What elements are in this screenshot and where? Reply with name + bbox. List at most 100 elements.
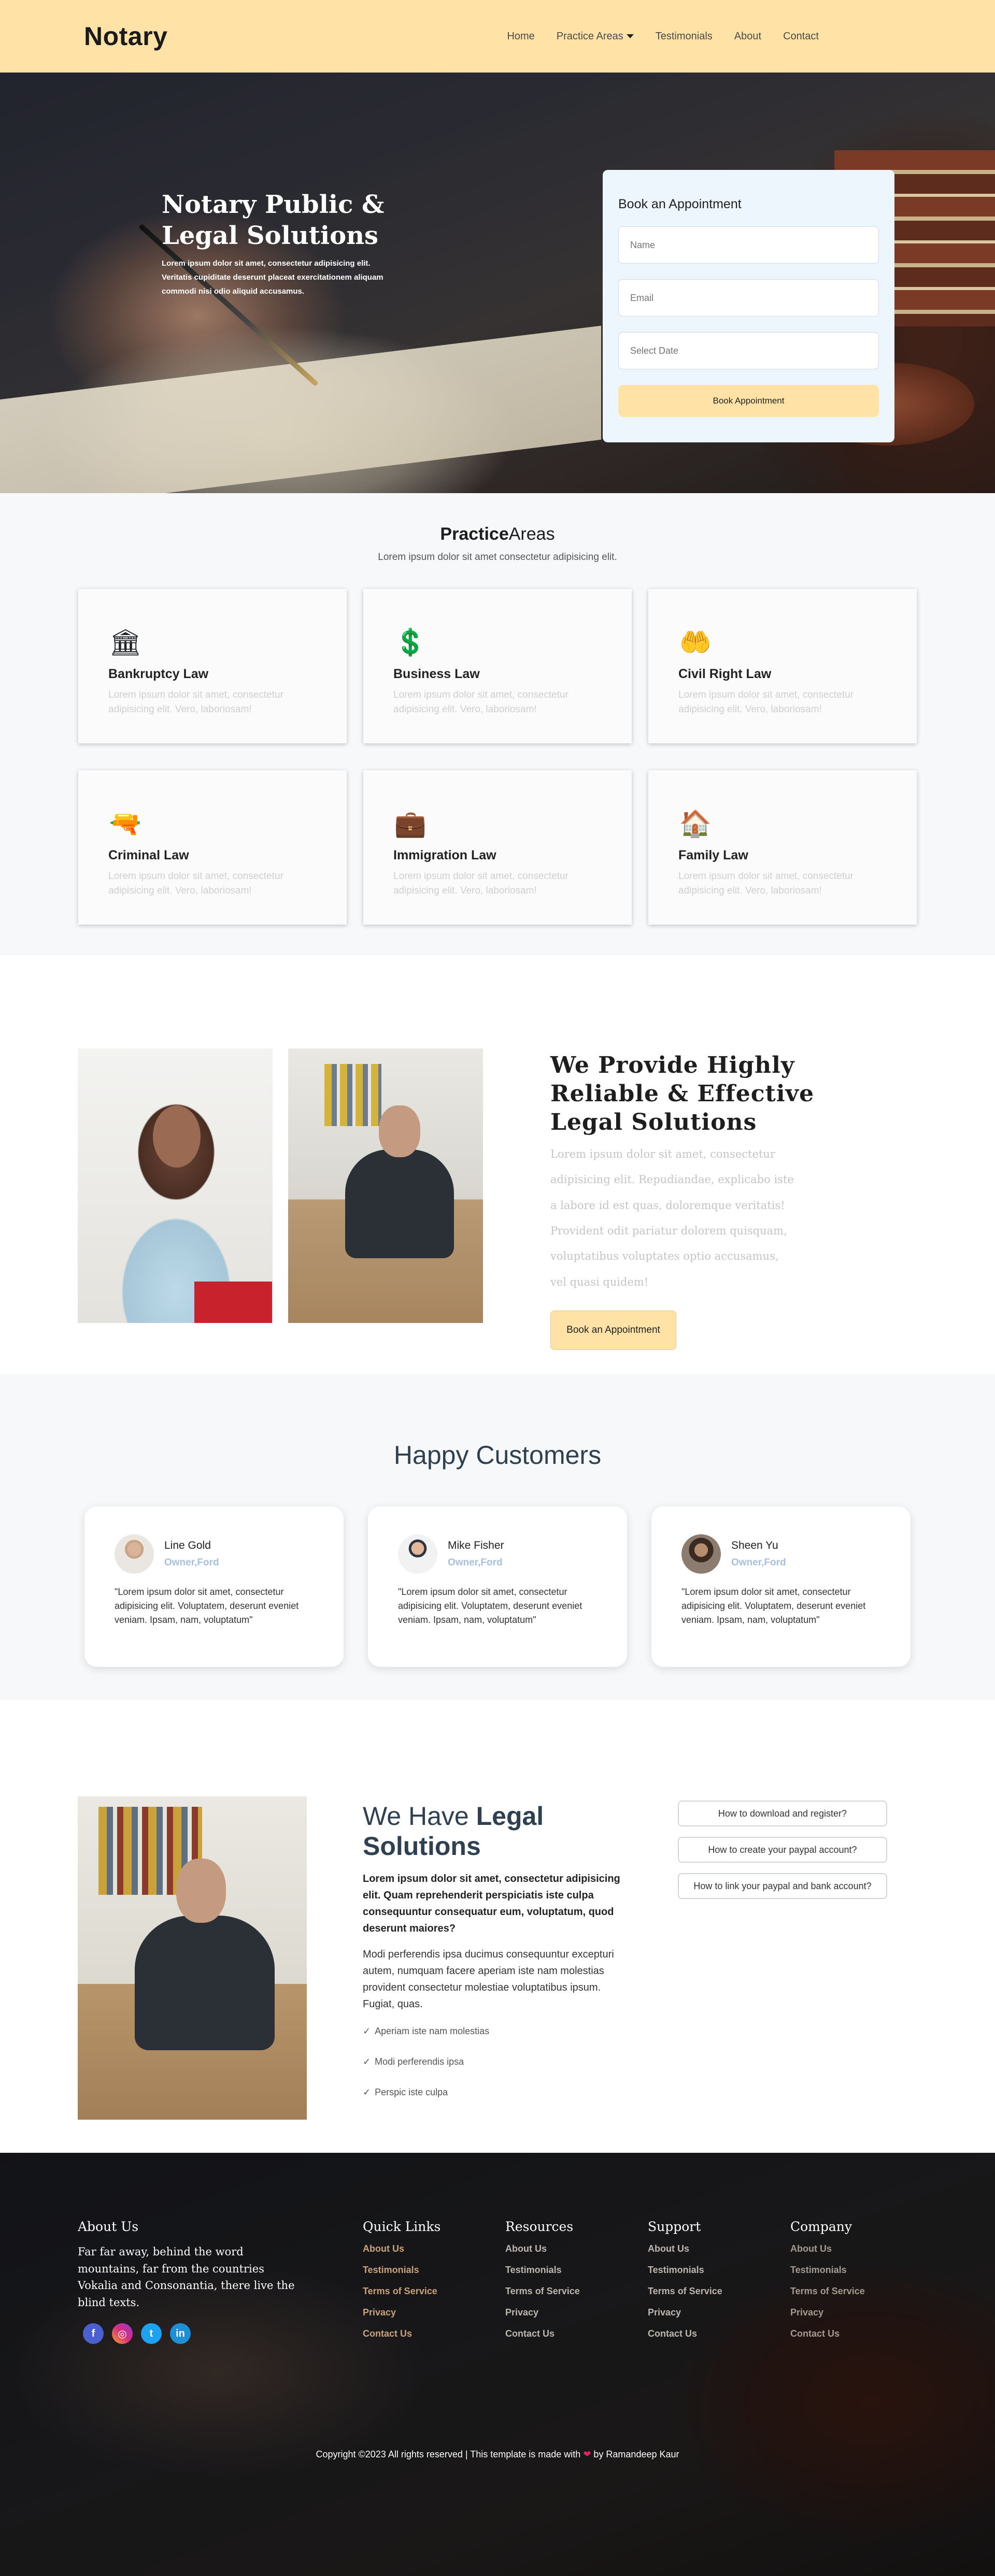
nav-practice-areas[interactable]: Practice Areas	[557, 31, 634, 42]
footer-link[interactable]: Contact Us	[505, 2328, 624, 2339]
appointment-form-title: Book an Appointment	[618, 197, 742, 211]
footer-link[interactable]: Terms of Service	[790, 2286, 909, 2297]
linkedin-icon[interactable]: in	[170, 2323, 191, 2344]
check-item: ✓ Perspic iste culpa	[363, 2087, 627, 2098]
practice-card-family[interactable]: 🏠 Family Law Lorem ipsum dolor sit amet,…	[648, 770, 917, 925]
copyright-text-start: Copyright ©2023 All rights reserved | Th…	[316, 2449, 584, 2459]
footer-link-list: About Us Testimonials Terms of Service P…	[505, 2243, 624, 2339]
man-suit	[345, 1149, 454, 1258]
practice-title-bold: Practice	[440, 524, 509, 544]
testimonial-role: Owner,Ford	[164, 1557, 219, 1568]
legal-solutions-section: We Have Legal Solutions Lorem ipsum dolo…	[0, 1700, 995, 2153]
practice-card-bankruptcy[interactable]: 🏛 Bankruptcy Law Lorem ipsum dolor sit a…	[78, 589, 347, 743]
practice-card-immigration[interactable]: 💼 Immigration Law Lorem ipsum dolor sit …	[363, 770, 632, 925]
check-item: ✓ Modi perferendis ipsa	[363, 2056, 627, 2067]
practice-card-civil-right[interactable]: 🤲 Civil Right Law Lorem ipsum dolor sit …	[648, 589, 917, 743]
bookshelf	[324, 1064, 381, 1126]
testimonial-role: Owner,Ford	[731, 1557, 786, 1568]
footer-link[interactable]: Contact Us	[363, 2328, 482, 2339]
footer-link[interactable]: Contact Us	[648, 2328, 767, 2339]
dollar-shield-icon: 💲	[394, 627, 427, 657]
site-header: Notary Home Practice Areas Testimonials …	[0, 0, 995, 73]
practice-card-business[interactable]: 💲 Business Law Lorem ipsum dolor sit ame…	[363, 589, 632, 743]
practice-areas-title: PracticeAreas	[0, 524, 995, 544]
avatar	[115, 1534, 154, 1574]
faq-link-paypal-bank[interactable]: How to link your paypal and bank account…	[678, 1873, 887, 1899]
suitcase-icon: 💼	[394, 809, 427, 838]
footer-link-list: About Us Testimonials Terms of Service P…	[790, 2243, 909, 2339]
faq-download-register[interactable]: How to download and register?	[678, 1801, 887, 1826]
footer-link[interactable]: Terms of Service	[363, 2286, 482, 2297]
testimonial-card: Line Gold Owner,Ford "Lorem ipsum dolor …	[84, 1506, 344, 1667]
house-heart-icon: 🏠	[679, 809, 712, 838]
testimonial-name: Sheen Yu	[731, 1539, 778, 1551]
footer-col-support: Support About Us Testimonials Terms of S…	[648, 2219, 767, 2350]
nav-home[interactable]: Home	[507, 31, 534, 42]
footer-about-text: Far far away, behind the word mountains,…	[78, 2246, 295, 2309]
legal-lead: Lorem ipsum dolor sit amet, consectetur …	[363, 1873, 620, 1934]
footer-link[interactable]: About Us	[363, 2243, 482, 2254]
nav-testimonials[interactable]: Testimonials	[656, 31, 713, 42]
copyright: Copyright ©2023 All rights reserved | Th…	[0, 2449, 995, 2460]
testimonial-name: Mike Fisher	[448, 1539, 504, 1551]
practice-card-criminal[interactable]: 🔫 Criminal Law Lorem ipsum dolor sit ame…	[78, 770, 347, 925]
woman-face	[153, 1105, 201, 1168]
practice-cards: 🏛 Bankruptcy Law Lorem ipsum dolor sit a…	[78, 589, 917, 925]
brand-logo[interactable]: Notary	[84, 21, 167, 51]
book-an-appointment-button[interactable]: Book an Appointment	[550, 1311, 676, 1350]
footer-link[interactable]: Privacy	[363, 2307, 482, 2318]
footer-link[interactable]: About Us	[790, 2243, 909, 2254]
footer-link[interactable]: Privacy	[505, 2307, 624, 2318]
check-icon: ✓	[363, 2026, 371, 2036]
footer-link[interactable]: Terms of Service	[648, 2286, 767, 2297]
book-appointment-button[interactable]: Book Appointment	[618, 385, 879, 417]
reliable-title: We Provide Highly Reliable & Effective L…	[550, 1052, 815, 1135]
footer-col-heading: Support	[648, 2219, 701, 2234]
testimonial-name: Line Gold	[164, 1539, 211, 1551]
email-input[interactable]	[618, 279, 879, 316]
card-title: Business Law	[393, 667, 480, 681]
reliable-solutions-section: We Provide Highly Reliable & Effective L…	[0, 955, 995, 1374]
card-text: Lorem ipsum dolor sit amet, consectetur …	[108, 871, 283, 896]
facebook-icon[interactable]: f	[83, 2323, 104, 2344]
footer-link[interactable]: Testimonials	[648, 2265, 767, 2276]
footer-link[interactable]: Testimonials	[790, 2265, 909, 2276]
footer-col-quick-links: Quick Links About Us Testimonials Terms …	[363, 2219, 482, 2350]
nav-about[interactable]: About	[734, 31, 761, 42]
footer-link[interactable]: Testimonials	[363, 2265, 482, 2276]
site-footer: About Us Far far away, behind the word m…	[0, 2153, 995, 2576]
testimonial-role: Owner,Ford	[448, 1557, 503, 1568]
footer-link[interactable]: About Us	[505, 2243, 624, 2254]
hero-subtitle: Lorem ipsum dolor sit amet, consectetur …	[162, 259, 383, 296]
footer-link[interactable]: Privacy	[790, 2307, 909, 2318]
footer-link[interactable]: About Us	[648, 2243, 767, 2254]
footer-col-heading: Quick Links	[363, 2219, 441, 2234]
footer-link[interactable]: Privacy	[648, 2307, 767, 2318]
lawyer-woman-photo	[78, 1048, 273, 1323]
card-text: Lorem ipsum dolor sit amet, consectetur …	[108, 689, 283, 715]
nav-contact[interactable]: Contact	[783, 31, 819, 42]
testimonial-quote: "Lorem ipsum dolor sit amet, consectetur…	[115, 1587, 299, 1625]
check-item-label: Perspic iste culpa	[375, 2087, 448, 2097]
footer-link-list: About Us Testimonials Terms of Service P…	[363, 2243, 482, 2339]
hero-title: Notary Public & Legal Solutions	[162, 190, 385, 250]
footer-link[interactable]: Terms of Service	[505, 2286, 624, 2297]
card-title: Civil Right Law	[678, 667, 772, 681]
testimonial-person: Sheen Yu Owner,Ford	[731, 1539, 786, 1568]
name-input[interactable]	[618, 226, 879, 264]
hero-content: Notary Public & Legal Solutions Lorem ip…	[162, 189, 400, 298]
footer-col-resources: Resources About Us Testimonials Terms of…	[505, 2219, 624, 2350]
faq-create-paypal[interactable]: How to create your paypal account?	[678, 1837, 887, 1863]
testimonial-person: Line Gold Owner,Ford	[164, 1539, 219, 1568]
instagram-icon[interactable]: ◎	[112, 2323, 133, 2344]
social-links: f ◎ t in	[83, 2323, 295, 2344]
bank-icon: 🏛	[109, 627, 142, 657]
date-input[interactable]	[618, 332, 879, 369]
footer-link[interactable]: Testimonials	[505, 2265, 624, 2276]
footer-link[interactable]: Contact Us	[790, 2328, 909, 2339]
card-text: Lorem ipsum dolor sit amet, consectetur …	[678, 871, 854, 896]
card-title: Bankruptcy Law	[108, 667, 209, 681]
check-icon: ✓	[363, 2087, 371, 2097]
check-item: ✓ Aperiam iste nam molestias	[363, 2026, 627, 2037]
twitter-icon[interactable]: t	[141, 2323, 162, 2344]
